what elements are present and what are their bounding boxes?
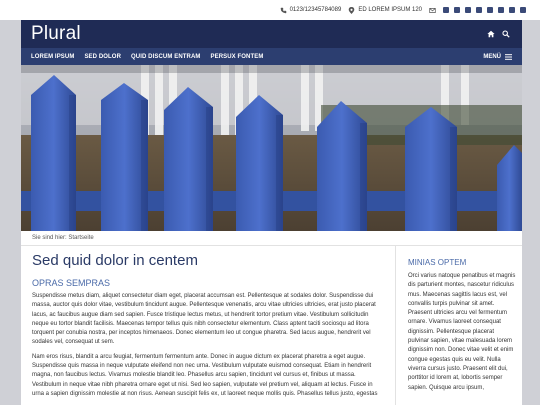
home-icon[interactable] [487,30,495,38]
instagram-icon[interactable] [509,7,515,13]
page-background-left [0,20,21,405]
sidebar-title: MINIAS OPTEM [408,258,467,267]
phone-info[interactable]: 0123/12345784089 [280,7,342,14]
location-pin-icon [349,6,355,14]
twitter-icon[interactable] [454,7,460,13]
hamburger-icon [505,53,512,60]
email-link[interactable] [429,7,436,14]
main-content: Sed quid dolor in centem OPRAS SEMPRAS S… [32,252,382,404]
header-icons [487,30,510,38]
phone-number: 0123/12345784089 [289,7,342,13]
section-subtitle: OPRAS SEMPRAS [32,278,111,288]
sidebar-divider [395,246,396,405]
address-text: ED LOREM IPSUM 120 [358,7,422,13]
social-links [443,7,526,13]
search-icon[interactable] [502,30,510,38]
site-header: Plural [21,20,522,48]
phone-icon [280,7,286,13]
page-title: Sed quid dolor in centem [32,252,198,269]
menu-button[interactable]: MENÜ [483,54,512,60]
address-info[interactable]: ED LOREM IPSUM 120 [348,6,422,14]
sidebar-text: Orci varius natoque penatibus et magnis … [408,273,516,391]
nav-item-quid-discum-entram[interactable]: QUID DISCUM ENTRAM [131,54,200,60]
page-background-right [522,20,540,405]
google-plus-icon[interactable] [465,7,471,13]
site-logo[interactable]: Plural [31,23,81,45]
picket-fence-image [21,65,522,231]
menu-label: MENÜ [483,53,501,60]
facebook-icon[interactable] [443,7,449,13]
body-paragraph-2: Nam eros risus, blandit a arcu feugiat, … [32,353,378,397]
top-bar: 0123/12345784089 ED LOREM IPSUM 120 [0,0,540,20]
linkedin-icon[interactable] [476,7,482,13]
body-paragraph-1: Suspendisse metus diam, aliquet consecte… [32,293,376,346]
nav-item-lorem-ipsum[interactable]: LOREM IPSUM [31,54,74,60]
pinterest-icon[interactable] [520,7,526,13]
nav-item-persux-fontem[interactable]: PERSUX FONTEM [210,54,263,60]
nav-item-sed-dolor[interactable]: SED DOLOR [84,54,121,60]
hero-image [21,65,522,231]
mail-icon [429,7,436,13]
main-navigation: LOREM IPSUM SED DOLOR QUID DISCUM ENTRAM… [21,48,522,65]
sidebar: MINIAS OPTEM Orci varius natoque penatib… [408,258,516,393]
breadcrumb: Sie sind hier: Startseite [32,235,94,241]
page: 0123/12345784089 ED LOREM IPSUM 120 Plur… [0,0,540,405]
youtube-icon[interactable] [498,7,504,13]
xing-icon[interactable] [487,7,493,13]
breadcrumb-divider [21,245,522,246]
